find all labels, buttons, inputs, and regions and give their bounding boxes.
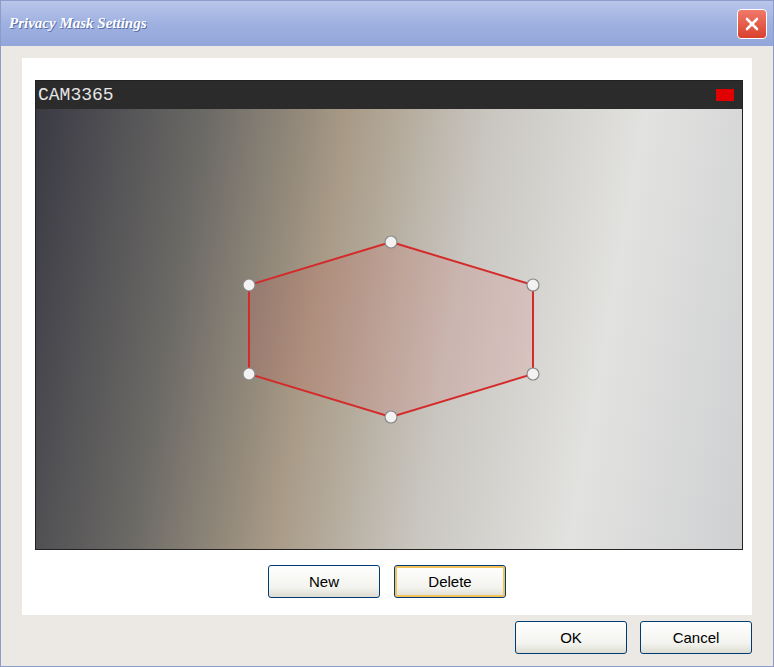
title-bar: Privacy Mask Settings [1, 1, 773, 46]
recording-indicator [716, 89, 734, 101]
camera-header: CAM3365 [36, 81, 742, 109]
mask-button-row: New Delete [35, 565, 739, 598]
close-icon [744, 16, 760, 32]
mask-panel: CAM3365 New Delete [22, 58, 752, 615]
mask-handle[interactable] [527, 368, 539, 380]
dialog-button[interactable]: Cancel [640, 621, 752, 654]
mask-button[interactable]: Delete [394, 565, 506, 598]
camera-name: CAM3365 [38, 85, 114, 105]
mask-handle[interactable] [527, 279, 539, 291]
mask-handle[interactable] [385, 411, 397, 423]
mask-handle[interactable] [243, 368, 255, 380]
mask-button[interactable]: New [268, 565, 380, 598]
privacy-mask-polygon[interactable] [249, 242, 533, 417]
camera-viewer: CAM3365 [35, 80, 743, 550]
dialog-body: CAM3365 New Delete OK Cancel [1, 46, 773, 666]
dialog-button-row: OK Cancel [22, 621, 752, 654]
window-title: Privacy Mask Settings [9, 15, 147, 32]
privacy-mask-window: Privacy Mask SettingsCAM3365NewDeleteOKC… [0, 0, 774, 667]
mask-overlay [36, 109, 742, 549]
dialog-button[interactable]: OK [515, 621, 627, 654]
mask-handle[interactable] [243, 279, 255, 291]
close-button[interactable] [737, 9, 767, 39]
video-frame [36, 109, 742, 549]
mask-handle[interactable] [385, 236, 397, 248]
